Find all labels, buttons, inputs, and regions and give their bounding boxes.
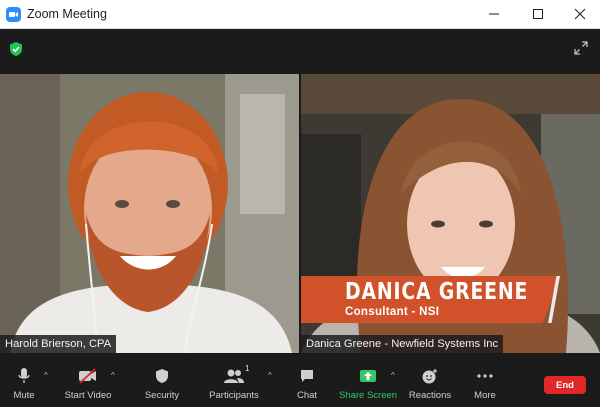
fullscreen-icon[interactable] — [574, 41, 588, 60]
reactions-label: Reactions — [408, 390, 452, 401]
meeting-top-bar — [0, 29, 600, 74]
participant-1-video-frame — [0, 74, 299, 353]
mute-label: Mute — [13, 390, 35, 401]
minimize-button[interactable] — [472, 0, 516, 28]
share-screen-button[interactable]: Share Screen — [338, 355, 398, 407]
chat-button[interactable]: Chat — [290, 355, 324, 407]
participants-label: Participants — [209, 390, 259, 401]
security-shield-icon[interactable] — [9, 41, 23, 62]
participant-name-tag-2: Danica Greene - Newfield Systems Inc — [301, 335, 504, 353]
mute-button[interactable]: Mute — [8, 355, 40, 407]
security-shield-outline-icon — [155, 367, 169, 385]
participant-video-tile-1[interactable]: Harold Brierson, CPA — [0, 74, 299, 353]
end-meeting-button[interactable]: End — [544, 376, 586, 394]
participants-options-caret[interactable]: ^ — [268, 371, 272, 380]
share-screen-icon — [359, 367, 377, 385]
share-options-caret[interactable]: ^ — [391, 371, 395, 380]
participants-count: 1 — [245, 364, 250, 373]
minimize-icon — [489, 13, 499, 15]
start-video-label: Start Video — [64, 390, 112, 401]
close-button[interactable] — [558, 0, 600, 28]
security-label: Security — [144, 390, 180, 401]
chat-bubble-icon — [299, 367, 315, 385]
participants-icon: 1 — [223, 364, 249, 385]
participant-video-tile-2[interactable]: DANICA GREENE Consultant - NSI Danica Gr… — [301, 74, 600, 353]
security-button[interactable]: Security — [142, 355, 182, 407]
start-video-button[interactable]: Start Video — [62, 355, 114, 407]
smiley-plus-icon — [421, 367, 439, 385]
more-button[interactable]: More — [470, 355, 500, 407]
window-title-bar: Zoom Meeting — [0, 0, 600, 29]
mute-options-caret[interactable]: ^ — [44, 371, 48, 380]
video-off-icon — [78, 367, 98, 385]
share-screen-label: Share Screen — [338, 390, 398, 401]
more-dots-icon — [476, 367, 494, 385]
lower-third-banner: DANICA GREENE Consultant - NSI — [301, 276, 561, 323]
maximize-button[interactable] — [516, 0, 560, 28]
microphone-icon — [17, 367, 31, 385]
lower-third-name: DANICA GREENE — [345, 279, 529, 305]
reactions-button[interactable]: Reactions — [408, 355, 452, 407]
video-options-caret[interactable]: ^ — [111, 371, 115, 380]
chat-label: Chat — [296, 390, 318, 401]
meeting-toolbar: Mute ^ Start Video ^ Security 1 Particip… — [0, 355, 600, 407]
maximize-icon — [533, 9, 543, 19]
more-label: More — [474, 390, 496, 401]
close-icon — [574, 8, 586, 20]
participant-name-tag-1: Harold Brierson, CPA — [0, 335, 117, 353]
zoom-app-icon — [6, 7, 21, 22]
lower-third-title: Consultant - NSI — [345, 306, 440, 318]
window-title: Zoom Meeting — [27, 7, 107, 21]
participants-button[interactable]: 1 Participants — [208, 355, 260, 407]
